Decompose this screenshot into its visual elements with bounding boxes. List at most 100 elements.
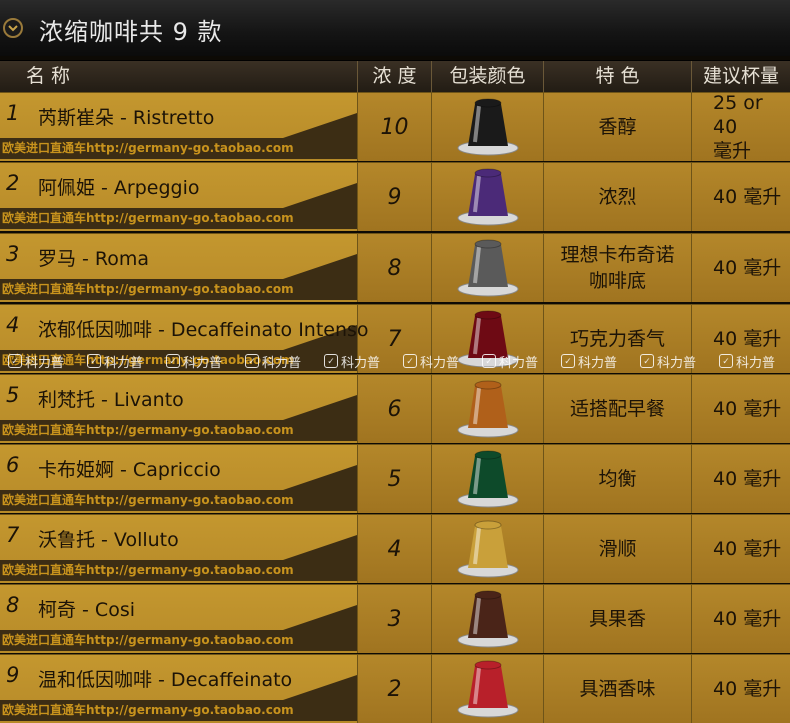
table-header: 名 称 浓 度 包装颜色 特 色 建议杯量 bbox=[0, 60, 790, 92]
url-watermark: 欧美进口直通车http://germany-go.taobao.com bbox=[2, 703, 294, 717]
feature-text: 具酒香味 bbox=[543, 655, 691, 723]
header-cup: 建议杯量 bbox=[691, 61, 790, 92]
coffee-capsule-icon bbox=[457, 660, 518, 718]
url-watermark: 欧美进口直通车http://germany-go.taobao.com bbox=[2, 493, 294, 507]
coffee-capsule-icon bbox=[457, 450, 518, 508]
section-title-bar: 浓缩咖啡共 9 款 bbox=[0, 0, 790, 56]
coffee-capsule-icon bbox=[457, 520, 518, 578]
strength-value: 10 bbox=[357, 93, 431, 161]
table-row: 7 沃鲁托 - Volluto 欧美进口直通车http://germany-go.t… bbox=[0, 514, 790, 583]
url-watermark: 欧美进口直通车http://germany-go.taobao.com bbox=[2, 633, 294, 647]
row-number: 3 bbox=[6, 242, 20, 266]
coffee-name: 温和低因咖啡 - Decaffeinato bbox=[38, 669, 293, 691]
capsule-cell bbox=[431, 515, 543, 583]
feature-text: 香醇 bbox=[543, 93, 691, 161]
feature-text: 具果香 bbox=[543, 585, 691, 653]
capsule-cell bbox=[431, 234, 543, 302]
section-title: 浓缩咖啡共 9 款 bbox=[39, 18, 223, 46]
header-color: 包装颜色 bbox=[431, 61, 543, 92]
name-cell: 7 沃鲁托 - Volluto 欧美进口直通车http://germany-go.t… bbox=[0, 515, 357, 583]
feature-text: 浓烈 bbox=[543, 163, 691, 231]
strength-value: 7 bbox=[357, 305, 431, 373]
band-wedge bbox=[283, 395, 357, 420]
band-wedge bbox=[283, 465, 357, 490]
feature-text: 均衡 bbox=[543, 445, 691, 513]
band-wedge bbox=[283, 675, 357, 700]
coffee-name: 芮斯崔朵 - Ristretto bbox=[38, 107, 215, 129]
header-name: 名 称 bbox=[26, 65, 71, 87]
capsule-cell bbox=[431, 375, 543, 443]
name-cell: 4 浓郁低因咖啡 - Decaffeinato Intenso 欧美进口直通车htt… bbox=[0, 305, 369, 373]
collapse-toggle-button[interactable] bbox=[3, 18, 23, 38]
url-watermark: 欧美进口直通车http://germany-go.taobao.com bbox=[2, 282, 294, 296]
row-number: 4 bbox=[6, 313, 20, 337]
url-watermark: 欧美进口直通车http://germany-go.taobao.com bbox=[2, 211, 294, 225]
coffee-name: 卡布姫婀 - Capriccio bbox=[38, 459, 221, 481]
capsule-cell bbox=[431, 655, 543, 723]
header-feature: 特 色 bbox=[543, 61, 691, 92]
row-number: 5 bbox=[6, 383, 20, 407]
table-row: 3 罗马 - Roma 欧美进口直通车http://germany-go.taoba… bbox=[0, 233, 790, 302]
name-cell: 5 利梵托 - Livanto 欧美进口直通车http://germany-go.t… bbox=[0, 375, 357, 443]
table-row: 4 浓郁低因咖啡 - Decaffeinato Intenso 欧美进口直通车htt… bbox=[0, 304, 790, 373]
table-row: 6 卡布姫婀 - Capriccio 欧美进口直通车http://germany-g… bbox=[0, 444, 790, 513]
feature-text: 巧克力香气 bbox=[543, 305, 691, 373]
strength-value: 9 bbox=[357, 163, 431, 231]
capsule-cell bbox=[431, 163, 543, 231]
name-cell: 8 柯奇 - Cosi 欧美进口直通车http://germany-go.taoba… bbox=[0, 585, 357, 653]
name-cell: 3 罗马 - Roma 欧美进口直通车http://germany-go.taoba… bbox=[0, 234, 357, 302]
coffee-name: 阿佩姫 - Arpeggio bbox=[38, 177, 200, 199]
row-number: 7 bbox=[6, 523, 20, 547]
header-strength: 浓 度 bbox=[357, 61, 431, 92]
url-watermark: 欧美进口直通车http://germany-go.taobao.com bbox=[2, 353, 294, 367]
capsule-cell bbox=[431, 445, 543, 513]
cup-size: 40 毫升 bbox=[691, 234, 790, 302]
cup-size: 40 毫升 bbox=[691, 655, 790, 723]
capsule-cell bbox=[431, 93, 543, 161]
capsule-cell bbox=[431, 305, 543, 373]
band-wedge bbox=[283, 535, 357, 560]
table-row: 9 温和低因咖啡 - Decaffeinato 欧美进口直通车http://germ… bbox=[0, 654, 790, 723]
coffee-capsule-icon bbox=[457, 239, 518, 297]
capsule-cell bbox=[431, 585, 543, 653]
feature-text: 理想卡布奇诺 咖啡底 bbox=[543, 234, 691, 302]
coffee-name: 沃鲁托 - Volluto bbox=[38, 529, 179, 551]
strength-value: 2 bbox=[357, 655, 431, 723]
name-cell: 9 温和低因咖啡 - Decaffeinato 欧美进口直通车http://germ… bbox=[0, 655, 357, 723]
coffee-capsule-icon bbox=[457, 590, 518, 648]
chevron-down-icon bbox=[8, 25, 18, 32]
strength-value: 4 bbox=[357, 515, 431, 583]
name-cell: 1 芮斯崔朵 - Ristretto 欧美进口直通车http://germany-g… bbox=[0, 93, 357, 161]
row-number: 9 bbox=[6, 663, 20, 687]
band-wedge bbox=[283, 254, 357, 279]
strength-value: 8 bbox=[357, 234, 431, 302]
band-wedge bbox=[283, 113, 357, 138]
feature-text: 滑顺 bbox=[543, 515, 691, 583]
cup-size: 40 毫升 bbox=[691, 515, 790, 583]
row-number: 8 bbox=[6, 593, 20, 617]
url-watermark: 欧美进口直通车http://germany-go.taobao.com bbox=[2, 141, 294, 155]
strength-value: 5 bbox=[357, 445, 431, 513]
coffee-name: 浓郁低因咖啡 - Decaffeinato Intenso bbox=[38, 319, 369, 341]
coffee-capsule-icon bbox=[457, 380, 518, 438]
name-cell: 6 卡布姫婀 - Capriccio 欧美进口直通车http://germany-g… bbox=[0, 445, 357, 513]
row-number: 2 bbox=[6, 171, 20, 195]
cup-size: 25 or 40 毫升 bbox=[691, 92, 790, 162]
table-row: 5 利梵托 - Livanto 欧美进口直通车http://germany-go.t… bbox=[0, 374, 790, 443]
cup-size: 40 毫升 bbox=[691, 375, 790, 443]
cup-size: 40 毫升 bbox=[691, 305, 790, 373]
name-cell: 2 阿佩姫 - Arpeggio 欧美进口直通车http://germany-go.… bbox=[0, 163, 357, 231]
coffee-capsule-icon bbox=[457, 98, 518, 156]
strength-value: 3 bbox=[357, 585, 431, 653]
cup-size: 40 毫升 bbox=[691, 445, 790, 513]
feature-text: 适搭配早餐 bbox=[543, 375, 691, 443]
table-row: 2 阿佩姫 - Arpeggio 欧美进口直通车http://germany-go.… bbox=[0, 162, 790, 231]
band-wedge bbox=[283, 605, 357, 630]
cup-size: 40 毫升 bbox=[691, 585, 790, 653]
cup-size: 40 毫升 bbox=[691, 163, 790, 231]
coffee-name: 利梵托 - Livanto bbox=[38, 389, 184, 411]
table-row: 1 芮斯崔朵 - Ristretto 欧美进口直通车http://germany-g… bbox=[0, 92, 790, 162]
coffee-capsule-icon bbox=[457, 168, 518, 226]
band-wedge bbox=[283, 183, 357, 208]
table-row: 8 柯奇 - Cosi 欧美进口直通车http://germany-go.taoba… bbox=[0, 584, 790, 653]
